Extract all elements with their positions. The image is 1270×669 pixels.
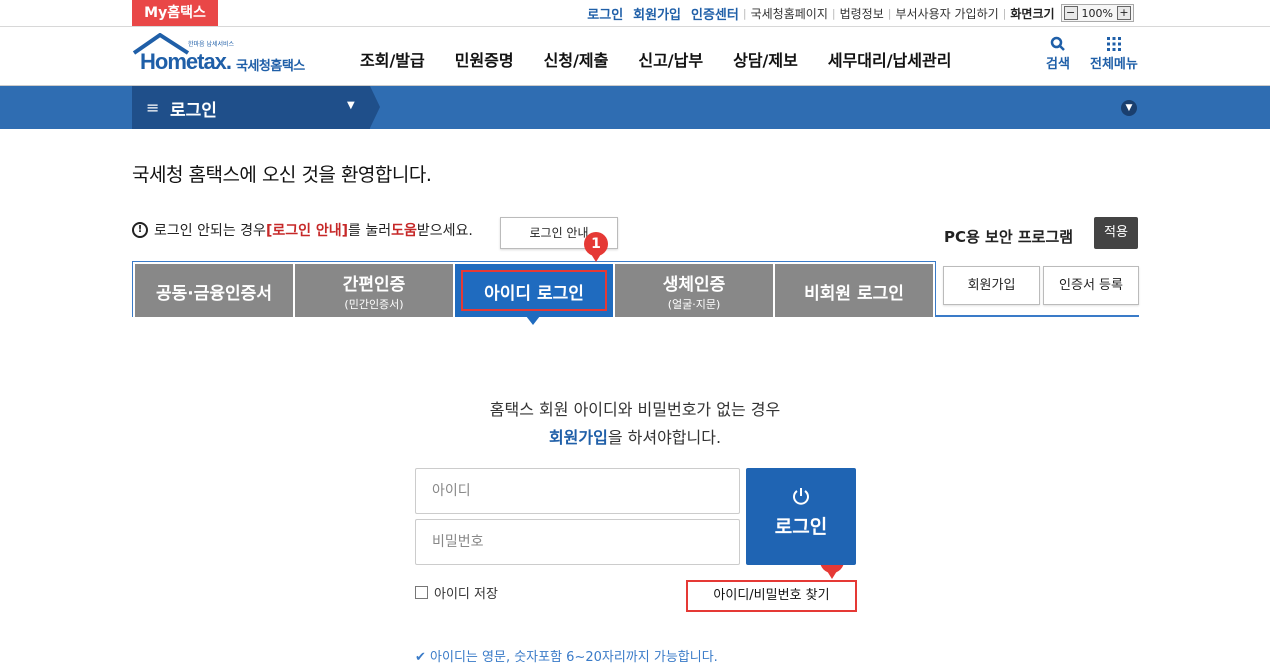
tab-joint-financial-cert[interactable]: 공동·금융인증서: [135, 264, 293, 317]
screen-size-label: 화면크기: [1010, 6, 1055, 21]
zoom-out-button[interactable]: −: [1063, 6, 1078, 20]
notice-text-2: 를 눌러: [348, 223, 392, 239]
menu-item-certificate[interactable]: 민원증명: [455, 47, 514, 71]
id-rule-label: 아이디는 영문, 숫자포함 6~20자리까지 가능합니다.: [430, 650, 718, 665]
nts-homepage-link[interactable]: 국세청홈페이지: [751, 5, 828, 22]
search-button[interactable]: 검색: [1046, 35, 1070, 72]
tab-sublabel: (민간인증서): [344, 298, 404, 311]
notice-help: 도움: [391, 223, 417, 239]
welcome-heading: 국세청 홈택스에 오신 것을 환영합니다.: [132, 164, 432, 186]
logo-tagline: 한마음 납세서비스: [188, 41, 235, 48]
tab-label: 공동·금융인증서: [156, 284, 272, 304]
login-button[interactable]: 로그인: [746, 468, 856, 565]
hamburger-icon: ≡: [146, 98, 160, 117]
info-line-1: 홈택스 회원 아이디와 비밀번호가 없는 경우: [489, 400, 781, 419]
search-label: 검색: [1046, 57, 1070, 72]
location-arrow: [370, 86, 380, 128]
highlight-box: [461, 270, 607, 311]
main-header: 한마음 납세서비스 Hometax. 국세청홈택스 조회/발급 민원증명 신청/…: [0, 27, 1270, 86]
notice-link[interactable]: [로그인 안내]: [266, 220, 348, 240]
law-info-link[interactable]: 법령정보: [840, 5, 884, 22]
info-line-2: 회원가입을 하셔야합니다.: [0, 424, 1270, 452]
menu-item-tax-agent[interactable]: 세무대리/납세관리: [828, 47, 952, 71]
signup-button[interactable]: 회원가입: [943, 266, 1040, 305]
divider: |: [1002, 6, 1007, 20]
location-title: 로그인: [170, 101, 217, 121]
divider: |: [887, 6, 892, 20]
step-badge-1: 1: [584, 232, 608, 262]
hometax-logo[interactable]: 한마음 납세서비스 Hometax. 국세청홈택스: [132, 33, 322, 77]
search-icon: [1050, 36, 1065, 51]
top-signup-link[interactable]: 회원가입: [633, 4, 681, 23]
notice-text-1: 로그인 안되는 경우: [154, 223, 266, 239]
logo-sub-text: 국세청홈택스: [236, 59, 305, 74]
info-line-2-rest: 을 하셔야합니다.: [607, 428, 722, 447]
signup-link[interactable]: 회원가입: [549, 428, 608, 447]
top-login-link[interactable]: 로그인: [587, 4, 623, 23]
divider: |: [742, 6, 747, 20]
password-input[interactable]: 비밀번호: [415, 519, 740, 565]
save-id-label: 아이디 저장: [434, 587, 498, 602]
location-dropdown[interactable]: [132, 86, 370, 129]
login-notice: ! 로그인 안되는 경우 [로그인 안내] 를 눌러 도움 받으세요.: [132, 220, 473, 240]
caret-down-icon: ▼: [347, 100, 355, 111]
all-menu-button[interactable]: 전체메뉴: [1090, 35, 1138, 72]
tab-label: 비회원 로그인: [804, 284, 904, 304]
tab-non-member[interactable]: 비회원 로그인: [775, 264, 933, 317]
power-icon: [793, 488, 809, 505]
top-utility-bar: My홈택스 로그인 회원가입 인증센터 | 국세청홈페이지 | 법령정보 | 부…: [0, 0, 1270, 27]
logo-brand-text: Hometax.: [140, 49, 232, 74]
menu-item-filing[interactable]: 신고/납부: [638, 47, 703, 71]
menu-item-application[interactable]: 신청/제출: [544, 47, 609, 71]
zoom-value: 100%: [1081, 6, 1113, 20]
apply-security-button[interactable]: 적용: [1094, 217, 1138, 249]
all-menu-label: 전체메뉴: [1090, 57, 1138, 72]
main-menu: 조회/발급 민원증명 신청/제출 신고/납부 상담/제보 세무대리/납세관리: [360, 47, 981, 71]
info-icon: !: [132, 222, 148, 238]
signup-info: 홈택스 회원 아이디와 비밀번호가 없는 경우 회원가입을 하셔야합니다.: [0, 396, 1270, 452]
tab-simple-auth[interactable]: 간편인증 (민간인증서): [295, 264, 453, 317]
pc-security-label: PC용 보안 프로그램: [944, 228, 1074, 246]
id-input[interactable]: 아이디: [415, 468, 740, 514]
find-id-password-button[interactable]: 아이디/비밀번호 찾기: [686, 580, 857, 612]
location-bar: ≡ 로그인 ▼ ▼: [0, 86, 1270, 129]
grid-menu-icon: [1106, 37, 1121, 51]
login-button-label: 로그인: [774, 516, 828, 538]
tab-id-login[interactable]: 아이디 로그인: [455, 264, 613, 317]
zoom-control: − 100% +: [1060, 4, 1134, 22]
active-tab-pointer: [526, 316, 540, 325]
login-tabs: 공동·금융인증서 간편인증 (민간인증서) 아이디 로그인 생체인증 (얼굴·지…: [132, 261, 936, 317]
tab-underline: [936, 315, 1139, 317]
tab-label: 생체인증: [662, 275, 726, 295]
tab-label: 간편인증: [342, 275, 406, 295]
divider: |: [831, 6, 836, 20]
zoom-in-button[interactable]: +: [1117, 6, 1131, 20]
dept-signup-link[interactable]: 부서사용자 가입하기: [895, 5, 998, 22]
save-id-checkbox[interactable]: 아이디 저장: [415, 583, 498, 602]
tab-sublabel: (얼굴·지문): [667, 298, 721, 311]
notice-text-3: 받으세요.: [416, 223, 473, 239]
checkmark-icon: ✔: [415, 650, 426, 665]
top-cert-center-link[interactable]: 인증센터: [691, 4, 739, 23]
my-hometax-button[interactable]: My홈택스: [132, 0, 218, 26]
menu-item-inquiry[interactable]: 조회/발급: [360, 47, 425, 71]
chevron-down-icon[interactable]: ▼: [1121, 100, 1137, 116]
tab-biometric[interactable]: 생체인증 (얼굴·지문): [615, 264, 773, 317]
menu-item-consult[interactable]: 상담/제보: [733, 47, 798, 71]
checkbox-icon[interactable]: [415, 586, 428, 599]
utility-links: 로그인 회원가입 인증센터 | 국세청홈페이지 | 법령정보 | 부서사용자 가…: [577, 0, 1134, 26]
id-rule-text: ✔ 아이디는 영문, 숫자포함 6~20자리까지 가능합니다.: [415, 646, 718, 665]
cert-register-button[interactable]: 인증서 등록: [1043, 266, 1139, 305]
